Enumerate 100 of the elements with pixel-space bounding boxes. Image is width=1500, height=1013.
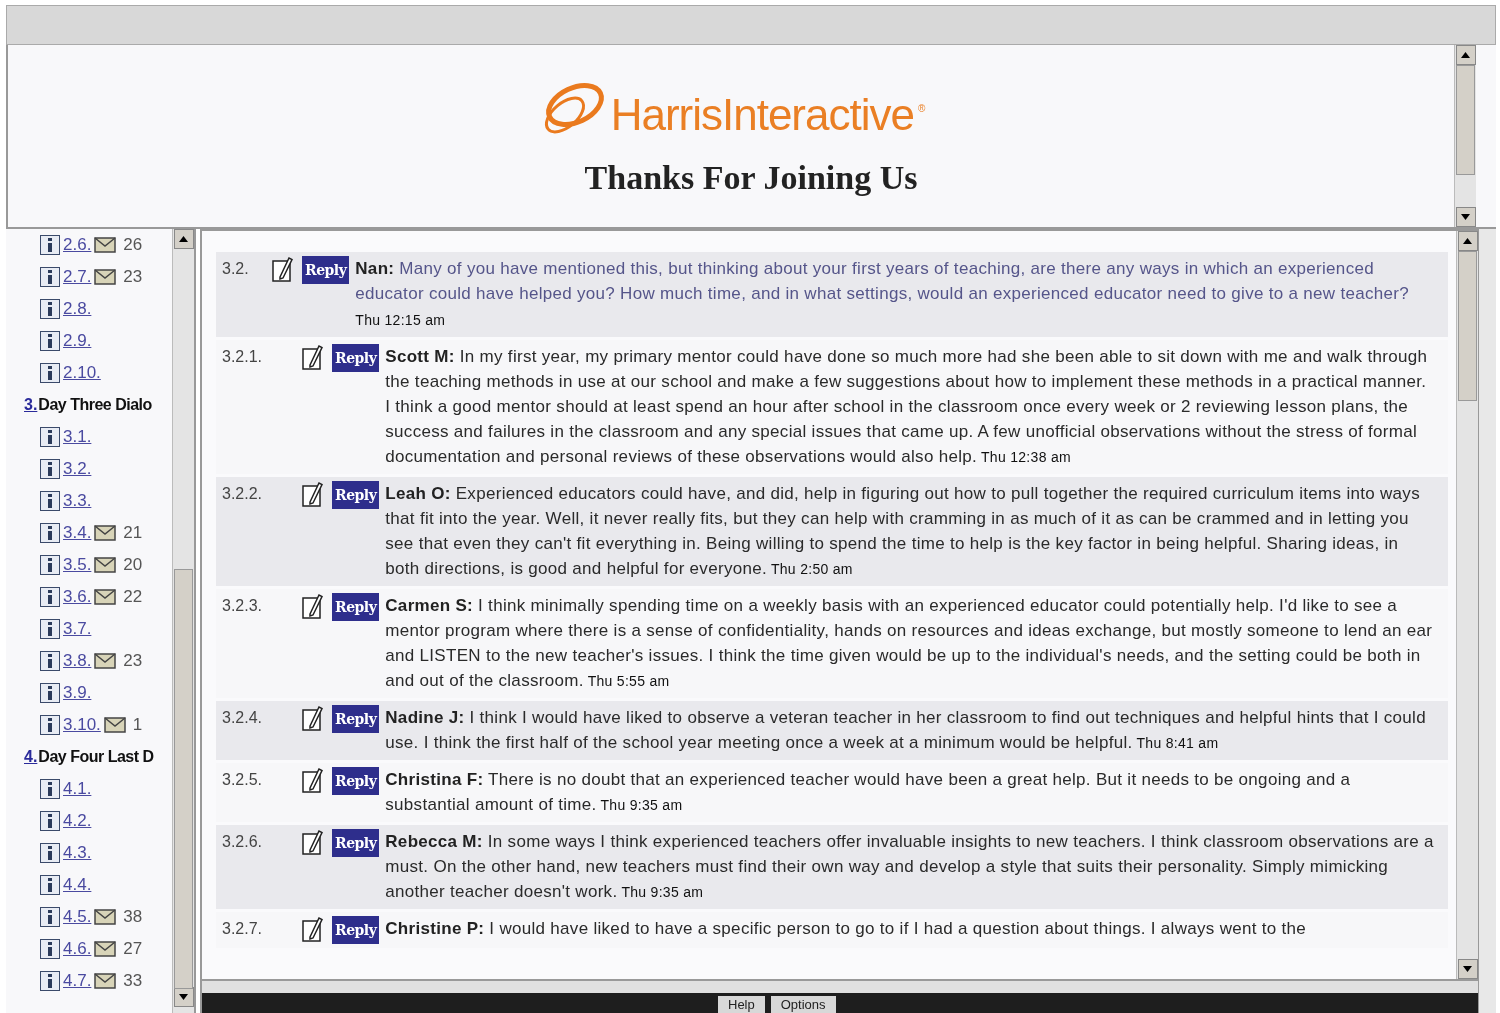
reply-button[interactable]: Reply <box>332 916 380 944</box>
post-number: 3.2.6. <box>222 832 264 852</box>
message-count: 23 <box>123 266 143 289</box>
edit-pencil-icon[interactable] <box>302 705 324 731</box>
reply-button[interactable]: Reply <box>332 767 380 795</box>
info-icon[interactable] <box>40 779 60 799</box>
question-link[interactable]: 3.5. <box>63 552 92 578</box>
up-arrow-icon <box>179 236 188 242</box>
question-link[interactable]: 3.6. <box>63 584 92 610</box>
info-icon[interactable] <box>40 427 60 447</box>
info-icon[interactable] <box>40 491 60 511</box>
toolbar-button[interactable]: Help <box>718 996 765 1013</box>
reply-button[interactable]: Reply <box>332 344 380 372</box>
reply-button[interactable]: Reply <box>302 256 350 284</box>
toolbar-button[interactable]: Options <box>770 996 836 1013</box>
scroll-down-button[interactable] <box>1455 207 1476 227</box>
scrollbar[interactable] <box>172 229 194 1013</box>
question-link[interactable]: 2.10. <box>63 360 101 386</box>
envelope-icon <box>94 557 117 573</box>
question-link[interactable]: 3.1. <box>63 424 92 450</box>
reply-button[interactable]: Reply <box>332 593 380 621</box>
question-link[interactable]: 3.2. <box>63 456 92 482</box>
question-link[interactable]: 2.6. <box>63 232 92 258</box>
scrollbar[interactable] <box>1454 45 1476 227</box>
question-link[interactable]: 2.7. <box>63 264 92 290</box>
info-icon[interactable] <box>40 299 60 319</box>
edit-pencil-icon[interactable] <box>302 767 324 793</box>
info-icon[interactable] <box>40 587 60 607</box>
scroll-up-button[interactable] <box>1457 231 1478 251</box>
info-icon[interactable] <box>40 875 60 895</box>
info-icon[interactable] <box>40 811 60 831</box>
post-number: 3.2.5. <box>222 770 264 790</box>
post-number: 3.2.7. <box>222 919 264 939</box>
edit-pencil-icon[interactable] <box>302 916 324 942</box>
scrollbar-thumb[interactable] <box>1458 251 1477 401</box>
envelope-icon <box>94 269 117 285</box>
message-count: 21 <box>123 522 143 545</box>
question-link[interactable]: 4.4. <box>63 872 92 898</box>
question-link[interactable]: 4.7. <box>63 968 92 994</box>
question-link[interactable]: 4.1. <box>63 776 92 802</box>
message-count: 27 <box>123 938 143 961</box>
scrollbar-thumb[interactable] <box>1456 65 1475 175</box>
question-link[interactable]: 3.3. <box>63 488 92 514</box>
info-icon[interactable] <box>40 459 60 479</box>
info-icon[interactable] <box>40 363 60 383</box>
edit-pencil-icon[interactable] <box>302 829 324 855</box>
question-link[interactable]: 2.9. <box>63 328 92 354</box>
scroll-down-button[interactable] <box>1457 959 1478 979</box>
post-number: 3.2.3. <box>222 596 264 616</box>
reply-button[interactable]: Reply <box>332 481 380 509</box>
info-icon[interactable] <box>40 971 60 991</box>
scroll-up-button[interactable] <box>173 229 194 249</box>
question-link[interactable]: 3.4. <box>63 520 92 546</box>
info-icon[interactable] <box>40 619 60 639</box>
reply-button[interactable]: Reply <box>332 829 380 857</box>
question-link[interactable]: 3.9. <box>63 680 92 706</box>
info-icon[interactable] <box>40 939 60 959</box>
page-title: Thanks For Joining Us <box>584 157 918 198</box>
question-link[interactable]: 3.7. <box>63 616 92 642</box>
question-link[interactable]: 3.8. <box>63 648 92 674</box>
question-link[interactable]: 4.5. <box>63 904 92 930</box>
message-count: 38 <box>123 906 143 929</box>
info-icon[interactable] <box>40 331 60 351</box>
edit-pencil-icon[interactable] <box>302 481 324 507</box>
message-count: 1 <box>132 714 143 737</box>
edit-pencil-icon[interactable] <box>302 344 324 370</box>
info-icon[interactable] <box>40 683 60 703</box>
scrollbar-thumb[interactable] <box>174 569 193 989</box>
down-arrow-icon <box>1463 966 1472 972</box>
horizontal-scrollbar[interactable] <box>202 979 1478 993</box>
scrollbar[interactable] <box>1456 231 1478 979</box>
info-icon[interactable] <box>40 235 60 255</box>
envelope-icon <box>94 941 117 957</box>
question-link[interactable]: 4.6. <box>63 936 92 962</box>
info-icon[interactable] <box>40 555 60 575</box>
info-icon[interactable] <box>40 843 60 863</box>
scroll-up-button[interactable] <box>1455 45 1476 65</box>
message-count: 33 <box>123 970 143 993</box>
post-text: Leah O: Experienced educators could have, and did, help in figuring out how to pull together the required curriculum items into ways that fit into the year. Well, it never really fits, but they can help with cramming in as much of it as can be crammed and in letting you see that even they can't fit everything in. Being willing to spend the time to help is the key factor in being helpful. Sharing ideas, in both directions, is good and helpful for everyone. Thu 2:50 am <box>385 483 1421 580</box>
question-link[interactable]: 4.2. <box>63 808 92 834</box>
post-text: Scott M: In my first year, my primary mentor could have done so much more had she been able to sit down with me and walk through the teaching methods in use at our school and make a few suggestions about how to implement these methods in a practical manner. I think a good mentor should at least spend an hour after school in the classroom once every week or 2 reviewing lesson plans, the success and failures in the classroom and any special issues that came up. A few unofficial observations without the stress of formal documentation and personal reviews of these observations would also help. Thu 12:38 am <box>385 346 1429 468</box>
info-icon[interactable] <box>40 715 60 735</box>
edit-pencil-icon[interactable] <box>302 593 324 619</box>
topic-number-link[interactable]: 3. <box>24 393 38 417</box>
question-link[interactable]: 3.10. <box>63 712 101 738</box>
edit-pencil-icon[interactable] <box>272 256 294 282</box>
info-icon[interactable] <box>40 651 60 671</box>
post-text: Rebecca M: In some ways I think experienced teachers offer invaluable insights to new teachers. I think classroom observations are a must. On the other hand, new teachers must find their own way and develop a style that suits their personality. Simply mimicking another teacher doesn't work. Thu 9:35 am <box>385 831 1435 903</box>
down-arrow-icon <box>179 994 188 1000</box>
envelope-icon <box>94 237 117 253</box>
info-icon[interactable] <box>40 523 60 543</box>
reply-button[interactable]: Reply <box>332 705 380 733</box>
post-text: Christina F: There is no doubt that an experienced teacher would have been a great help. But it needs to be ongoing and a substantial amount of time. Thu 9:35 am <box>385 769 1352 816</box>
info-icon[interactable] <box>40 907 60 927</box>
question-link[interactable]: 4.3. <box>63 840 92 866</box>
message-count: 23 <box>123 650 143 673</box>
info-icon[interactable] <box>40 267 60 287</box>
topic-number-link[interactable]: 4. <box>24 745 38 769</box>
scroll-down-button[interactable] <box>173 987 194 1007</box>
question-link[interactable]: 2.8. <box>63 296 92 322</box>
